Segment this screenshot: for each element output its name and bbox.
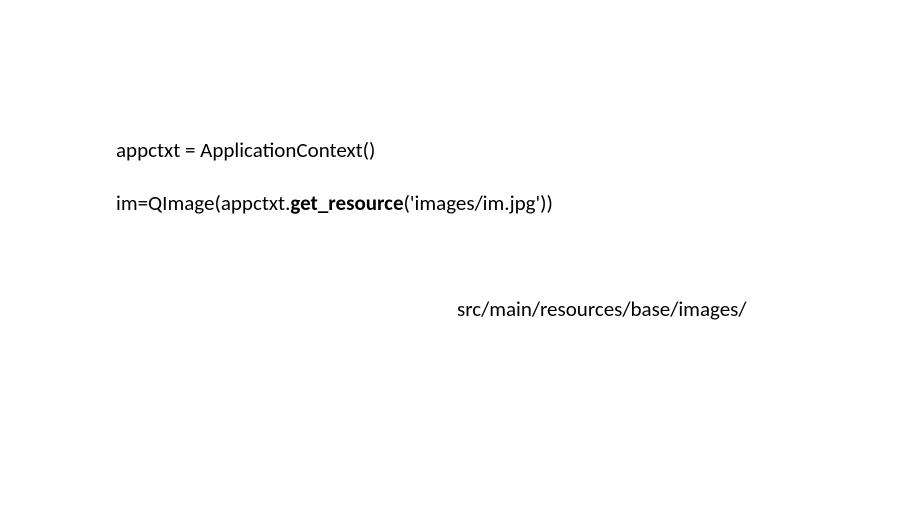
code-text-prefix: im=QImage(appctxt. bbox=[116, 190, 290, 216]
path-text: src/main/resources/base/images/ bbox=[457, 296, 747, 322]
code-line-1: appctxt = ApplicationContext() bbox=[116, 137, 375, 163]
code-text-bold: get_resource bbox=[290, 190, 403, 216]
path-line: src/main/resources/base/images/ bbox=[457, 296, 747, 322]
code-text: appctxt = ApplicationContext() bbox=[116, 137, 375, 163]
code-text-suffix: ('images/im.jpg')) bbox=[404, 190, 553, 216]
code-line-2: im=QImage(appctxt.get_resource('images/i… bbox=[116, 190, 553, 216]
